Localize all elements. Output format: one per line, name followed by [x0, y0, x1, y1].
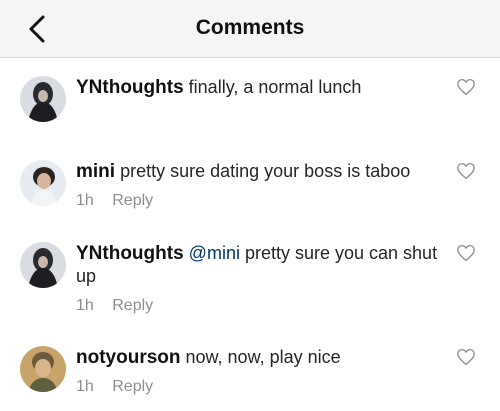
comment-time: 1h [76, 297, 94, 314]
avatar[interactable] [20, 76, 66, 122]
comment-username[interactable]: YNthoughts [76, 243, 184, 264]
comment-meta: 1h Reply [76, 189, 446, 212]
comment-text: now, now, play nice [185, 347, 341, 367]
avatar[interactable] [20, 160, 66, 206]
comment-meta: 1h Reply [76, 294, 446, 317]
heart-outline-icon[interactable] [456, 348, 476, 366]
comment-meta: 1h Reply [76, 375, 446, 398]
reply-button[interactable]: Reply [112, 378, 153, 395]
comment-time: 1h [76, 192, 94, 209]
comment-username[interactable]: YNthoughts [76, 77, 184, 98]
heart-outline-icon[interactable] [456, 244, 476, 262]
avatar[interactable] [20, 346, 66, 392]
heart-outline-icon[interactable] [456, 162, 476, 180]
comment-text: pretty sure dating your boss is taboo [120, 161, 411, 181]
avatar[interactable] [20, 242, 66, 288]
page-title: Comments [195, 16, 305, 39]
comment-mention[interactable]: @mini [189, 243, 240, 263]
reply-button[interactable]: Reply [112, 192, 153, 209]
reply-button[interactable]: Reply [112, 297, 153, 314]
comment-username[interactable]: mini [76, 161, 115, 182]
comment-text: finally, a normal lunch [188, 77, 362, 97]
top-bar: Comments [0, 0, 500, 58]
heart-outline-icon[interactable] [456, 78, 476, 96]
comment-time: 1h [76, 378, 94, 395]
comment-username[interactable]: notyourson [76, 347, 181, 368]
